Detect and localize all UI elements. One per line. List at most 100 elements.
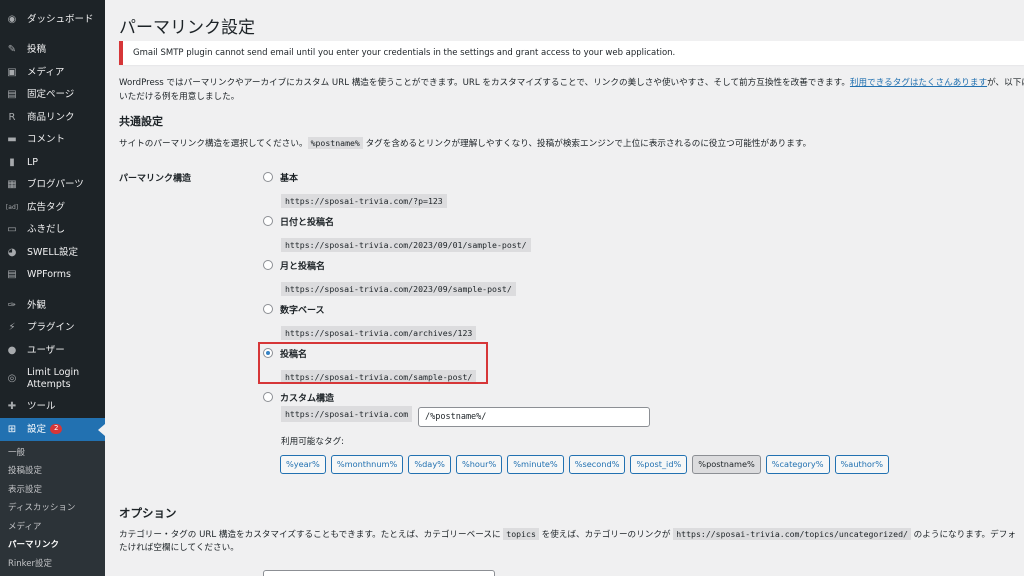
sidebar-item-label: ブログパーツ [27,179,84,191]
sidebar-item-ad[interactable]: [ad] 広告タグ [0,196,105,219]
radio-button[interactable] [263,216,273,226]
sidebar-item-balloon[interactable]: ▭ ふきだし [0,219,105,242]
common-settings-heading: 共通設定 [119,115,163,128]
available-tags-link[interactable]: 利用できるタグはたくさんあります [850,78,987,88]
permalink-option: 月と投稿名 https://sposai-trivia.com/2023/09/s… [263,258,663,296]
submenu-item[interactable]: メディア [0,518,105,537]
tag-button[interactable]: %post_id% [630,455,688,474]
sidebar-item-brush[interactable]: ✑ 外観 [0,294,105,317]
option-row[interactable]: 月と投稿名 [263,258,663,272]
option-example-url: https://sposai-trivia.com/?p=123 [281,189,447,208]
sidebar-item-label: 広告タグ [27,201,66,213]
sidebar-top-spacer [0,0,105,8]
submenu-item[interactable]: ディスカッション [0,499,105,518]
sidebar-item-label: 商品リンク [27,111,75,123]
submenu-item[interactable]: 一般 [0,444,105,463]
radio-button[interactable] [263,260,273,270]
ad-icon: [ad] [5,203,19,211]
sidebar-item-dashboard[interactable]: ◉ ダッシュボード [0,8,105,31]
error-notice: Gmail SMTP plugin cannot send email unti… [119,41,1024,65]
intro-text: WordPress ではパーマリンクやアーカイブにカスタム URL 構造を使うこ… [119,78,850,88]
sidebar-item-wrench[interactable]: ✚ ツール [0,396,105,419]
tag-button[interactable]: %second% [568,455,626,474]
common-settings-desc: サイトのパーマリンク構造を選択してください。 %postname% タグを含めると… [119,136,811,151]
sidebar-item-label: 外観 [27,299,47,311]
optional-desc-mid: を使えば、カテゴリーのリンクが [538,530,674,540]
radio-button[interactable] [263,304,273,314]
wpforms-icon: ▤ [7,269,17,281]
option-row[interactable]: 日付と投稿名 [263,214,663,228]
submenu-item[interactable]: 投稿設定 [0,462,105,481]
tag-button[interactable]: %author% [834,455,890,474]
radio-button[interactable] [263,392,273,402]
admin-menu: ◉ ダッシュボード ✎ 投稿 ▣ メディア ▤ 固定ページ R 商品リンク ▬ コメント ▮ LP ▦ ブログ… [0,8,105,441]
postname-code: %postname% [307,137,363,149]
sidebar-item-label: SWELL設定 [27,246,79,258]
radio-button[interactable] [263,172,273,182]
sidebar-item-label: コメント [27,134,66,146]
sidebar-item-swell[interactable]: ◕ SWELL設定 [0,241,105,264]
permalink-structure-label: パーマリンク構造 [119,174,192,184]
swell-icon: ◕ [7,246,17,258]
submenu-item[interactable]: パーマリンク [0,536,105,555]
sidebar-item-user[interactable]: ● ユーザー [0,339,105,362]
sidebar-item-layout[interactable]: ▦ ブログパーツ [0,174,105,197]
sidebar-item-plugin[interactable]: ⚡ プラグイン [0,317,105,340]
option-row[interactable]: 数字ベース [263,302,663,316]
submenu-item[interactable]: 表示設定 [0,481,105,500]
user-icon: ● [7,344,17,356]
option-row[interactable]: 基本 [263,170,663,184]
tag-button[interactable]: %day% [408,455,451,474]
custom-structure-input[interactable] [418,407,650,427]
sidebar-item-r[interactable]: R 商品リンク [0,106,105,129]
sidebar-item-fingerprint[interactable]: ◎ Limit Login Attempts [0,362,105,396]
dashboard-icon: ◉ [7,13,17,25]
sidebar-item-label: 投稿 [27,44,47,56]
update-count-badge: 2 [50,424,63,435]
sidebar-item-label: LP [27,156,39,168]
submenu-item[interactable]: Rinker設定 [0,555,105,574]
optional-desc-pre: カテゴリー・タグの URL 構造をカスタマイズすることもできます。たとえば、カテ… [119,530,504,540]
plugin-icon: ⚡ [8,322,16,334]
balloon-icon: ▭ [7,224,17,236]
tag-button[interactable]: %postname% [692,455,761,474]
document-icon: ▮ [9,156,15,168]
settings-submenu: 一般 投稿設定 表示設定 ディスカッション メディア パーマリンク Rinker設定 [0,440,105,576]
sidebar-item-comment[interactable]: ▬ コメント [0,129,105,152]
option-row[interactable]: カスタム構造 [263,390,663,404]
option-example-url: https://sposai-trivia.com/archives/123 [281,321,477,340]
optional-desc-post: のようになります。デフォ [910,530,1016,540]
intro-paragraph-line2: いただける例を用意しました。 [119,92,240,102]
sidebar-item-label: メディア [27,66,65,78]
sidebar-item-document[interactable]: ▮ LP [0,151,105,174]
sidebar-item-settings[interactable]: ⊞ 設定 2 [0,418,105,441]
tag-button[interactable]: %year% [280,455,326,474]
optional-desc-line2: たければ空欄にしてください。 [119,543,239,553]
category-base-input[interactable] [263,570,495,576]
tag-button[interactable]: %hour% [455,455,503,474]
custom-structure-prefix: https://sposai-trivia.com [281,406,413,422]
sidebar-item-pin[interactable]: ✎ 投稿 [0,39,105,62]
sidebar-item-label: ツール [27,401,56,413]
sidebar-item-label: 設定 [27,423,47,435]
sidebar-item-media[interactable]: ▣ メディア [0,61,105,84]
sidebar-item-label: ふきだし [27,224,66,236]
tag-button[interactable]: %minute% [507,455,564,474]
layout-icon: ▦ [7,179,17,191]
example-url-code: https://sposai-trivia.com/archives/123 [281,326,477,340]
intro-paragraph: WordPress ではパーマリンクやアーカイブにカスタム URL 構造を使うこ… [119,76,1024,90]
tag-button-group: %year% %monthnum% %day% %hour% %minute% %seco… [280,455,890,474]
option-example-url: https://sposai-trivia.com/2023/09/sample… [281,277,516,296]
sidebar-item-wpforms[interactable]: ▤ WPForms [0,264,105,287]
tag-button[interactable]: %category% [765,455,830,474]
option-label: 基本 [280,173,299,184]
permalink-option: カスタム構造 [263,390,663,404]
option-label: 日付と投稿名 [280,217,335,228]
sidebar-item-page[interactable]: ▤ 固定ページ [0,84,105,107]
tag-button[interactable]: %monthnum% [330,455,404,474]
pin-icon: ✎ [7,44,17,56]
example-url-code: https://sposai-trivia.com/?p=123 [281,194,447,208]
topics-code: topics [503,528,539,540]
page-title: パーマリンク設定 [119,18,255,38]
sidebar-item-label: プラグイン [27,322,75,334]
